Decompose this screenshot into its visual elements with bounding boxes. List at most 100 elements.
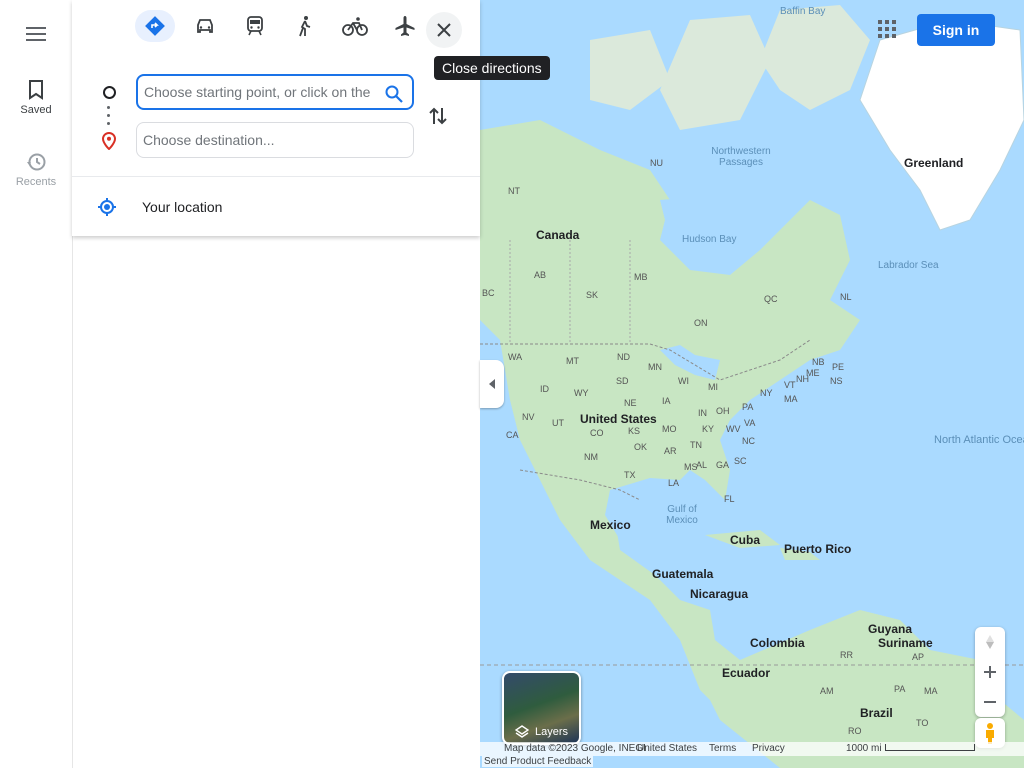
- map-label-greenland: Greenland: [904, 156, 964, 170]
- map-label-guatemala: Guatemala: [652, 567, 714, 581]
- map-label-ks: KS: [628, 426, 641, 436]
- layers-button[interactable]: Layers: [502, 671, 581, 745]
- terms-link[interactable]: Terms: [709, 743, 736, 754]
- map-label-ky: KY: [702, 424, 715, 434]
- map-label-wi: WI: [678, 376, 689, 386]
- layers-icon: [514, 725, 529, 738]
- saved-button[interactable]: Saved: [0, 70, 72, 126]
- map-label-fl: FL: [724, 494, 735, 504]
- starting-point-input[interactable]: [144, 76, 372, 108]
- your-location-label: Your location: [142, 199, 223, 215]
- map-label-nv: NV: [522, 412, 535, 422]
- map-label-guyana: Guyana: [868, 622, 913, 636]
- layers-label: Layers: [534, 726, 569, 738]
- recents-button[interactable]: Recents: [0, 142, 72, 198]
- left-rail: Saved Recents: [0, 0, 73, 768]
- map-label-co: CO: [590, 428, 604, 438]
- map-label-ny: NY: [760, 388, 773, 398]
- mode-best[interactable]: [130, 6, 180, 46]
- map-label-in: IN: [698, 408, 707, 418]
- map-label-mi: MI: [708, 382, 718, 392]
- map-label-ne: NE: [624, 398, 637, 408]
- swap-vertical-icon: [429, 107, 447, 125]
- send-feedback-link[interactable]: Send Product Feedback: [482, 756, 594, 767]
- car-icon: [197, 19, 213, 33]
- hamburger-menu-icon: [26, 27, 46, 41]
- menu-button[interactable]: [0, 14, 72, 54]
- map-label-la: LA: [668, 478, 680, 488]
- destination-input[interactable]: [143, 123, 371, 157]
- map-label-nm: NM: [584, 452, 598, 462]
- map-label-nc: NC: [742, 436, 755, 446]
- map-label-qc: QC: [764, 294, 778, 304]
- map-label-mn: MN: [648, 362, 662, 372]
- map-label-wy: WY: [574, 388, 589, 398]
- scale-label[interactable]: 1000 mi: [846, 743, 882, 754]
- map-label-oh: OH: [716, 406, 730, 416]
- map-label-ns: NS: [830, 376, 843, 386]
- map-label-ab: AB: [534, 270, 547, 280]
- map-canvas[interactable]: Baffin Bay Greenland Northwestern Passag…: [480, 0, 1024, 768]
- search-button[interactable]: [380, 80, 408, 108]
- region-link[interactable]: United States: [637, 743, 697, 754]
- map-label-pa: PA: [742, 402, 754, 412]
- map-label-puerto-rico: Puerto Rico: [784, 542, 852, 556]
- map-label-nu: NU: [650, 158, 663, 168]
- map-label-sk: SK: [586, 290, 599, 300]
- my-location-icon: [96, 196, 118, 218]
- zoom-in-button[interactable]: [975, 657, 1005, 687]
- your-location-item[interactable]: Your location: [96, 196, 222, 218]
- map-label-gulf-of-mexico: Gulf of Mexico: [666, 504, 698, 526]
- privacy-link[interactable]: Privacy: [752, 743, 785, 754]
- map-label-northwestern-passages: Northwestern Passages: [711, 146, 771, 168]
- mode-cycling[interactable]: [330, 6, 380, 46]
- compass-button[interactable]: [975, 627, 1005, 657]
- scale-bar: [885, 744, 975, 751]
- mode-driving[interactable]: [180, 6, 230, 46]
- map-controls: [975, 627, 1005, 717]
- map-label-nl: NL: [840, 292, 852, 302]
- swap-directions-button[interactable]: [418, 96, 458, 136]
- map-label-me: ME: [806, 368, 820, 378]
- collapse-panel-button[interactable]: [480, 360, 504, 408]
- map-label-on: ON: [694, 318, 708, 328]
- map-label-brazil: Brazil: [860, 706, 893, 720]
- mode-walking[interactable]: [280, 6, 330, 46]
- map-label-vt: VT: [784, 380, 796, 390]
- map-label-mt: MT: [566, 356, 579, 366]
- mode-transit[interactable]: [230, 6, 280, 46]
- map-label-ut: UT: [552, 418, 564, 428]
- map-label-to: TO: [916, 718, 929, 728]
- caret-left-icon: [489, 379, 495, 389]
- travel-modes: [130, 6, 430, 46]
- map-label-wa: WA: [508, 352, 523, 362]
- map-label-rr: RR: [840, 650, 853, 660]
- map-label-bc: BC: [482, 288, 495, 298]
- sign-in-button[interactable]: Sign in: [917, 14, 995, 46]
- bookmark-icon: [29, 80, 43, 100]
- map-label-ma: MA: [784, 394, 798, 404]
- map-land: [480, 5, 1024, 768]
- map-label-ro: RO: [848, 726, 862, 736]
- map-label-ga: GA: [716, 460, 730, 470]
- map-label-united-states: United States: [580, 412, 657, 426]
- zoom-out-button[interactable]: [975, 687, 1005, 717]
- map-label-ok: OK: [634, 442, 648, 452]
- train-icon: [247, 16, 263, 36]
- walking-icon: [299, 16, 311, 37]
- map-label-canada: Canada: [536, 228, 580, 242]
- google-apps-button[interactable]: [872, 14, 902, 44]
- mode-flights[interactable]: [380, 6, 430, 46]
- airplane-icon: [395, 16, 415, 36]
- map-label-am: AM: [820, 686, 834, 696]
- map-label-ca: CA: [506, 430, 519, 440]
- map-label-nicaragua: Nicaragua: [690, 587, 749, 601]
- minus-icon: [984, 701, 996, 703]
- map-label-id: ID: [540, 384, 549, 394]
- directions-diamond-icon: [145, 16, 165, 36]
- close-directions-button[interactable]: [426, 12, 462, 48]
- map-label-baffin-bay: Baffin Bay: [780, 6, 826, 17]
- map-label-hudson-bay: Hudson Bay: [682, 234, 737, 245]
- map-label-cuba: Cuba: [730, 533, 760, 547]
- map-label-colombia: Colombia: [750, 636, 805, 650]
